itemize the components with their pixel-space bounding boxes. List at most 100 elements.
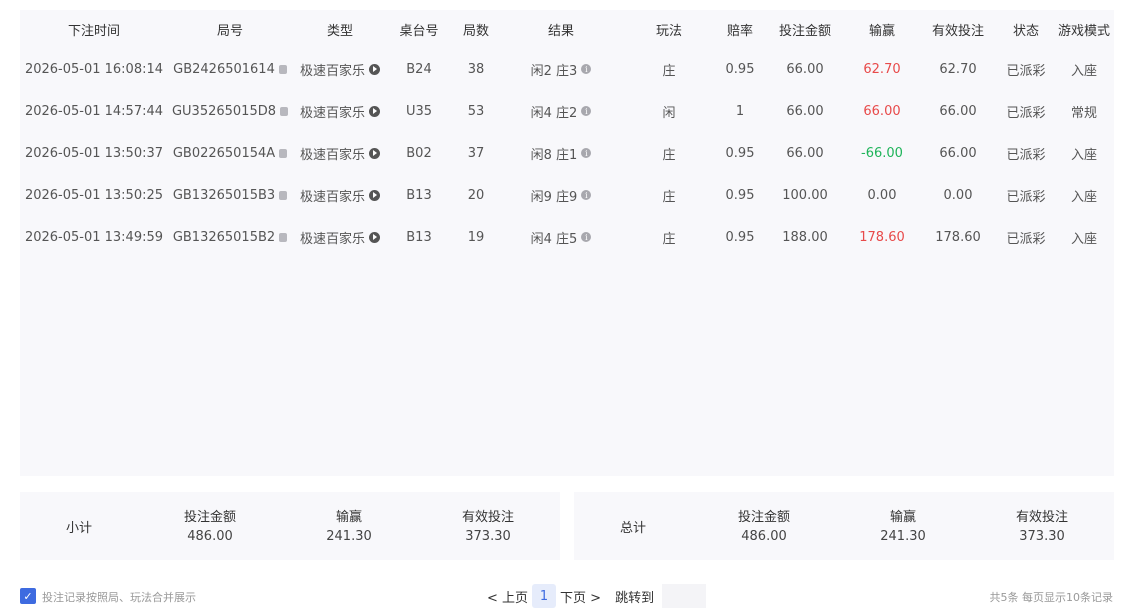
table-number-text: U35 [405,103,433,119]
cell-play-type: 闲 [644,90,694,132]
next-page-button[interactable]: 下页 > [560,587,601,606]
valid-bet-text: 178.60 [935,229,981,245]
cell-status: 已派彩 [1001,132,1051,174]
total-bet: 投注金额 486.00 [724,508,804,546]
cell-win-loss: -66.00 [847,132,917,174]
cell-game-type: 极速百家乐 [295,132,385,174]
jump-page-input[interactable] [662,584,707,608]
table-number-text: B13 [406,187,432,203]
subtotal-label: 小计 [65,520,92,536]
subtotal-valid-title: 有效投注 [461,510,514,525]
status-text: 已派彩 [1006,63,1046,79]
result-text: 闲9 庄9 [530,189,578,205]
play-replay-icon[interactable] [369,105,380,117]
win-loss-text: 62.70 [863,61,901,77]
result-text: 闲4 庄5 [530,231,578,247]
table-row: 2026-05-01 16:08:14 GB2426501614 极速百家乐 B24 3… [20,48,1114,90]
page-number-current[interactable]: 1 [532,584,557,608]
game-type-text: 极速百家乐 [299,189,365,205]
subtotal-valid-value: 373.30 [465,529,511,544]
prev-page-button[interactable]: < 上页 [487,587,528,606]
copy-icon[interactable] [276,64,287,77]
merge-records-checkbox[interactable]: ✓ [20,588,36,604]
pagination: < 上页 1 下页 > 跳转到 [487,584,707,608]
cell-game-type: 极速百家乐 [295,48,385,90]
cell-valid-bet: 66.00 [923,90,993,132]
cell-bet-amount: 66.00 [770,90,840,132]
header-table-number: 桌台号 [399,23,439,39]
round-id-text: GB13265015B3 [172,187,276,203]
bet-amount-text: 66.00 [786,103,824,119]
cell-odds: 0.95 [720,48,760,90]
play-replay-icon[interactable] [369,231,380,243]
cell-round-count: 20 [456,174,496,216]
table-header: 下注时间 局号 类型 桌台号 局数 结果 玩法 赔率 投注金额 输赢 有效投注 状态 游戏模式 [20,10,1114,48]
result-text: 闲4 庄2 [530,105,578,121]
status-text: 已派彩 [1006,147,1046,163]
win-loss-text: 178.60 [859,229,905,245]
info-icon[interactable]: i [581,106,592,116]
total-bet-title: 投注金额 [737,510,790,525]
header-bet-time: 下注时间 [67,23,120,39]
cell-round-id: GB2426501614 [170,48,290,90]
bet-amount-text: 66.00 [786,61,824,77]
cell-win-loss: 178.60 [847,216,917,258]
copy-icon[interactable] [277,148,288,161]
game-mode-text: 入座 [1070,63,1097,79]
cell-win-loss: 66.00 [847,90,917,132]
valid-bet-text: 62.70 [939,61,977,77]
subtotal-valid: 有效投注 373.30 [448,508,528,546]
cell-result: 闲4 庄2 i [516,90,606,132]
cell-result: 闲9 庄9 i [516,174,606,216]
cell-valid-bet: 62.70 [923,48,993,90]
cell-bet-amount: 188.00 [770,216,840,258]
cell-win-loss: 0.00 [847,174,917,216]
cell-game-mode: 入座 [1054,174,1114,216]
cell-bet-time: 2026-05-01 13:49:59 [24,216,164,258]
cell-bet-time: 2026-05-01 13:50:25 [24,174,164,216]
table-number-text: B24 [406,61,432,77]
info-icon[interactable]: i [581,148,592,158]
copy-icon[interactable] [277,190,288,203]
table-number-text: B02 [406,145,432,161]
copy-icon[interactable] [277,232,288,245]
record-stats: 共5条 每页显示10条记录 [989,591,1114,604]
round-count-text: 20 [467,187,485,203]
header-odds: 赔率 [726,23,753,39]
info-icon[interactable]: i [581,190,592,200]
cell-game-mode: 入座 [1054,216,1114,258]
game-type-text: 极速百家乐 [299,231,365,247]
table-number-text: B13 [406,229,432,245]
round-id-text: GB13265015B2 [172,229,276,245]
info-icon[interactable]: i [581,64,592,74]
play-replay-icon[interactable] [369,147,380,159]
status-text: 已派彩 [1006,231,1046,247]
round-count-text: 53 [467,103,485,119]
cell-play-type: 庄 [644,174,694,216]
info-icon[interactable]: i [581,232,592,242]
game-mode-text: 常规 [1070,105,1097,121]
copy-icon[interactable] [278,106,289,119]
win-loss-text: 0.00 [867,187,897,203]
play-replay-icon[interactable] [369,189,380,201]
cell-table-number: B02 [394,132,444,174]
table-row: 2026-05-01 13:50:25 GB13265015B3 极速百家乐 B13 2… [20,174,1114,216]
cell-result: 闲8 庄1 i [516,132,606,174]
header-valid-bet: 有效投注 [931,23,984,39]
total-valid-value: 373.30 [1019,529,1065,544]
header-play-type: 玩法 [655,23,682,39]
table-row: 2026-05-01 14:57:44 GU35265015D8 极速百家乐 U35 5… [20,90,1114,132]
bet-amount-text: 100.00 [782,187,828,203]
cell-table-number: B13 [394,216,444,258]
play-replay-icon[interactable] [369,63,380,75]
total-winloss-value: 241.30 [880,529,926,544]
cell-game-type: 极速百家乐 [295,216,385,258]
merge-records-label: 投注记录按照局、玩法合并展示 [42,591,196,604]
cell-bet-amount: 100.00 [770,174,840,216]
cell-round-count: 37 [456,132,496,174]
result-text: 闲2 庄3 [530,63,578,79]
table-row: 2026-05-01 13:50:37 GB022650154A 极速百家乐 B02 3… [20,132,1114,174]
odds-text: 1 [735,103,745,119]
cell-status: 已派彩 [1001,216,1051,258]
odds-text: 0.95 [725,61,755,77]
